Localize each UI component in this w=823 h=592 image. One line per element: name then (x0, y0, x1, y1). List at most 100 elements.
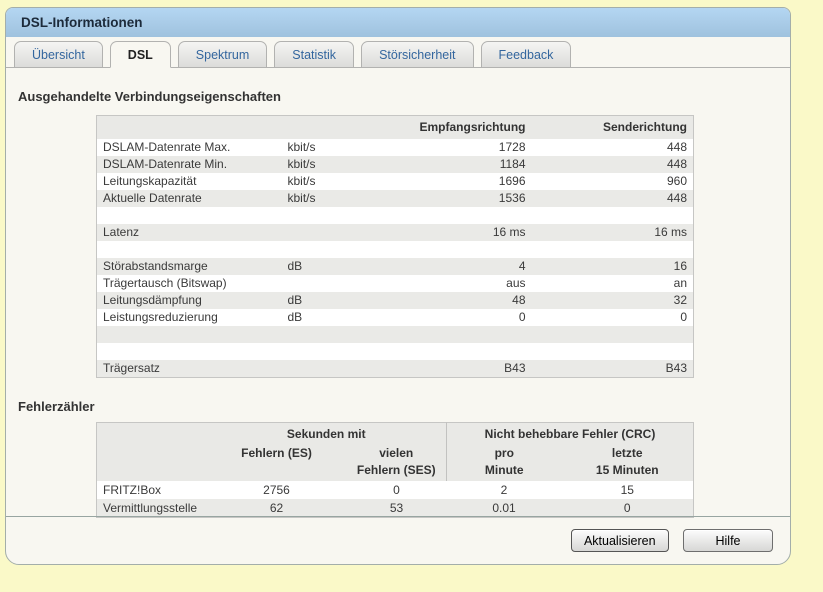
table-cell: 448 (666, 157, 687, 171)
table-row: DSLAM-Datenrate Max. kbit/s 1728 448 (97, 139, 694, 156)
table-cell: 448 (666, 191, 687, 205)
tab-statistik[interactable]: Statistik (274, 41, 355, 68)
tab-bar: Übersicht DSL Spektrum Statistik Störsic… (6, 41, 790, 68)
table-cell: Leistungsreduzierung (103, 310, 218, 324)
tab-uebersicht[interactable]: Übersicht (14, 41, 103, 68)
column-header-last-15min: letzte 15 Minuten (595, 446, 659, 477)
table-cell (97, 207, 282, 224)
table-cell: dB (287, 293, 303, 307)
column-header-upstream: Senderichtung (602, 120, 687, 134)
table-row (97, 241, 694, 258)
table-row: Leitungsdämpfung dB 48 32 (96, 292, 694, 309)
table-cell (377, 241, 532, 258)
table-cell: DSLAM-Datenrate Min. (103, 157, 228, 171)
tab-feedback[interactable]: Feedback (480, 41, 572, 68)
table-row: Latenz 16 ms 16 ms (96, 224, 694, 241)
table-cell (532, 241, 694, 258)
table-cell: 960 (666, 174, 687, 188)
help-button[interactable]: Hilfe (683, 529, 773, 552)
column-header-empty (282, 116, 377, 140)
table-cell: kbit/s (287, 140, 316, 154)
group-header-crc: Nicht behebbare Fehler (CRC) (445, 422, 694, 445)
table-cell: 0 (680, 310, 687, 324)
table-cell: 0.01 (492, 501, 516, 515)
table-cell: 32 (673, 293, 687, 307)
table-cell: 4 (518, 259, 526, 273)
tab-spektrum[interactable]: Spektrum (177, 41, 268, 68)
table-header-row: Empfangsrichtung Senderichtung (96, 115, 694, 140)
section-heading-connection: Ausgehandelte Verbindungseigenschaften (18, 89, 281, 104)
table-cell: 48 (512, 293, 526, 307)
table-cell: Trägersatz (103, 361, 160, 375)
tab-dsl[interactable]: DSL (109, 41, 171, 68)
table-cell: B43 (665, 361, 687, 375)
table-cell (97, 241, 282, 258)
table-cell: 448 (666, 140, 687, 154)
group-header-empty (97, 423, 207, 446)
table-cell: kbit/s (287, 174, 316, 188)
table-cell (282, 224, 377, 241)
table-row: Störabstandsmarge dB 4 16 (96, 258, 694, 275)
table-header-row: Fehlern (ES) vielen Fehlern (SES) pro Mi… (96, 445, 694, 481)
table-cell: Trägertausch (Bitswap) (103, 276, 227, 290)
table-cell: B43 (504, 361, 526, 375)
table-cell: 15 (620, 483, 634, 497)
table-cell: 16 (673, 259, 687, 273)
table-cell (532, 343, 694, 360)
dsl-information-panel: DSL-Informationen Übersicht DSL Spektrum… (5, 7, 791, 565)
table-cell: 0 (393, 483, 400, 497)
table-cell: aus (506, 276, 526, 290)
table-cell: Latenz (103, 225, 140, 239)
table-cell: dB (287, 259, 303, 273)
table-cell: 16 ms (492, 225, 526, 239)
table-cell: dB (287, 310, 303, 324)
connection-properties-table: Empfangsrichtung Senderichtung DSLAM-Dat… (96, 115, 694, 378)
table-cell (97, 326, 282, 343)
table-cell (532, 326, 694, 343)
table-row (97, 343, 694, 360)
table-row: Trägersatz B43 B43 (96, 360, 694, 378)
column-header-empty (97, 445, 207, 481)
table-group-header-row: Sekunden mit Nicht behebbare Fehler (CRC… (96, 422, 694, 446)
column-header-empty (97, 116, 282, 140)
button-footer: Aktualisieren Hilfe (6, 516, 790, 564)
table-cell (377, 326, 532, 343)
table-cell: 1728 (498, 140, 526, 154)
table-cell: 53 (389, 501, 404, 515)
table-row: DSLAM-Datenrate Min. kbit/s 1184 448 (96, 156, 694, 173)
section-heading-errors: Fehlerzähler (18, 399, 95, 414)
table-cell: Leitungskapazität (103, 174, 197, 188)
refresh-button[interactable]: Aktualisieren (570, 529, 669, 552)
column-header-downstream: Empfangsrichtung (419, 120, 526, 134)
table-cell (282, 360, 377, 378)
tab-stoersicherheit[interactable]: Störsicherheit (361, 41, 474, 68)
table-row: Vermittlungsstelle 62 53 0.01 0 (96, 499, 694, 518)
table-row: Aktuelle Datenrate kbit/s 1536 448 (96, 190, 694, 207)
column-header-ses: vielen Fehlern (SES) (356, 446, 436, 477)
column-header-es: Fehlern (ES) (241, 446, 312, 460)
table-cell (282, 326, 377, 343)
table-cell (282, 241, 377, 258)
table-cell (377, 207, 532, 224)
table-cell (282, 207, 377, 224)
column-header-per-minute: pro Minute (446, 445, 562, 481)
table-cell: 62 (269, 501, 284, 515)
table-cell: 0 (518, 310, 526, 324)
table-row (96, 326, 694, 343)
table-row (97, 207, 694, 224)
table-row: Leistungsreduzierung dB 0 0 (97, 309, 694, 326)
table-cell: an (673, 276, 687, 290)
table-cell (377, 343, 532, 360)
table-row: FRITZ!Box 2756 0 2 15 (97, 481, 694, 499)
table-row: Leitungskapazität kbit/s 1696 960 (97, 173, 694, 190)
page-title: DSL-Informationen (6, 8, 790, 37)
group-header-seconds: Sekunden mit (286, 427, 366, 441)
table-cell: 1536 (498, 191, 526, 205)
table-cell: Leitungsdämpfung (103, 293, 202, 307)
table-cell (532, 207, 694, 224)
table-cell (97, 343, 282, 360)
table-cell: 1696 (498, 174, 526, 188)
table-cell: Vermittlungsstelle (103, 501, 198, 515)
table-cell (282, 343, 377, 360)
table-cell: Störabstandsmarge (103, 259, 208, 273)
